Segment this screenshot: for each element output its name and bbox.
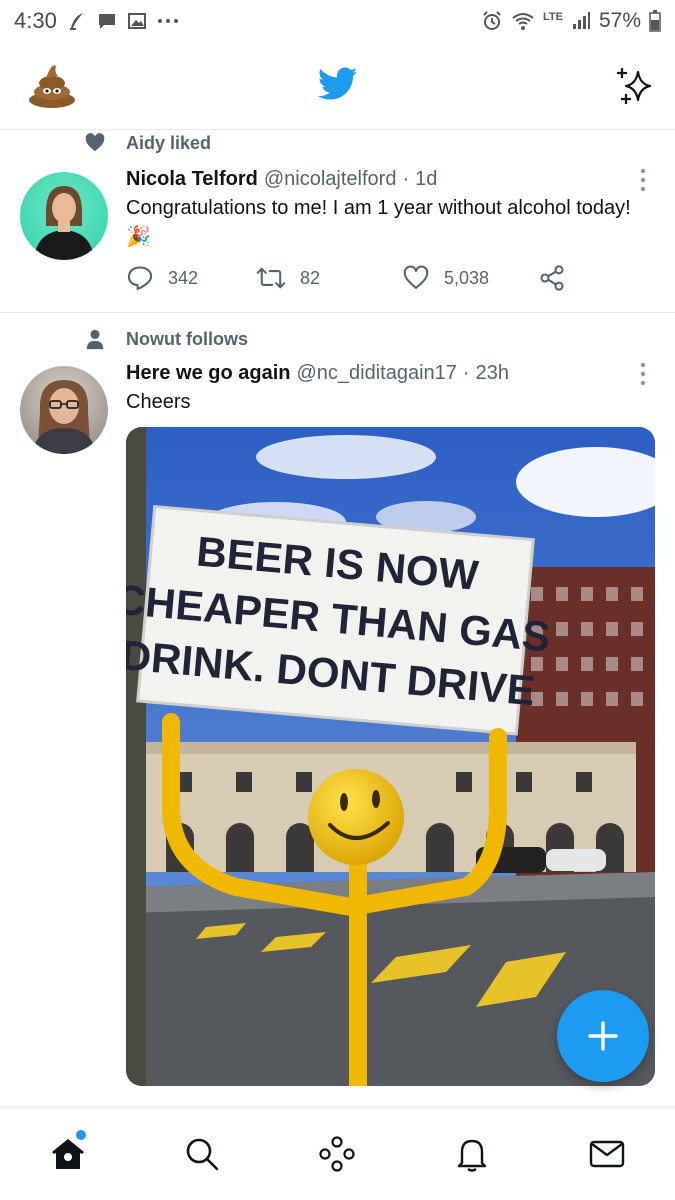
nav-spaces[interactable] xyxy=(315,1132,359,1176)
status-time: 4:30 xyxy=(14,8,57,33)
plus-icon xyxy=(588,1021,618,1051)
wifi-icon xyxy=(511,11,535,31)
tweet-author-handle[interactable]: @nc_diditagain17 xyxy=(297,362,457,385)
tweet-text: Congratulations to me! I am 1 year witho… xyxy=(126,194,653,252)
signal-icon xyxy=(571,11,591,31)
like-count: 5,038 xyxy=(444,267,490,288)
message-icon xyxy=(97,11,117,31)
share-icon xyxy=(540,265,564,291)
reply-button[interactable]: 342 xyxy=(126,264,256,292)
more-options-icon[interactable] xyxy=(639,362,647,386)
quill-icon xyxy=(67,11,87,31)
retweet-count: 82 xyxy=(300,267,321,288)
tweet-timestamp: 23h xyxy=(475,362,509,384)
tweet-timestamp: 1d xyxy=(415,168,438,190)
battery-percent: 57% xyxy=(598,9,641,32)
tweet-separator: · xyxy=(402,168,410,190)
reply-count: 342 xyxy=(168,267,199,288)
nav-home[interactable] xyxy=(46,1130,90,1176)
notifications-icon xyxy=(457,1139,487,1172)
retweet-button[interactable]: 82 xyxy=(256,264,402,292)
nav-notifications[interactable] xyxy=(450,1132,494,1176)
social-context: Aidy liked xyxy=(84,132,211,154)
sparkle-icon[interactable] xyxy=(612,64,656,108)
tweet-text: Cheers xyxy=(126,391,191,413)
reply-icon xyxy=(127,266,153,291)
twitter-bird-icon[interactable] xyxy=(317,66,358,102)
tweet-author-handle[interactable]: @nicolajtelford xyxy=(264,168,397,191)
tweet-card[interactable]: Nowut follows Here we go again @nc_didit… xyxy=(0,314,675,1106)
top-app-bar xyxy=(0,42,675,130)
home-unread-dot xyxy=(76,1130,86,1140)
bottom-navigation xyxy=(0,1107,675,1200)
heart-icon xyxy=(84,132,106,154)
more-options-icon[interactable] xyxy=(639,168,647,192)
like-button[interactable]: 5,038 xyxy=(402,264,538,292)
nav-messages[interactable] xyxy=(585,1132,629,1176)
share-button[interactable] xyxy=(538,264,566,292)
retweet-icon xyxy=(256,267,286,289)
social-context: Nowut follows xyxy=(84,328,248,350)
tweet-separator: · xyxy=(462,362,470,384)
nav-search[interactable] xyxy=(180,1132,224,1176)
profile-avatar-icon[interactable] xyxy=(26,58,78,110)
alarm-icon xyxy=(481,10,503,32)
person-icon xyxy=(84,328,106,350)
status-bar: 4:30 LTE 57% xyxy=(0,0,675,42)
tweet-header: Here we go again @nc_diditagain17 · 23h xyxy=(126,362,509,385)
spaces-icon xyxy=(319,1136,355,1172)
tweet-header: Nicola Telford @nicolajtelford · 1d xyxy=(126,168,437,191)
tweet-actions: 342 82 5,038 xyxy=(126,264,566,292)
like-heart-icon xyxy=(403,265,429,289)
compose-tweet-button[interactable] xyxy=(557,990,649,1082)
party-popper-emoji: 🎉 xyxy=(126,226,151,248)
home-icon xyxy=(52,1139,84,1169)
gallery-icon xyxy=(127,11,147,31)
more-dots-icon xyxy=(157,17,179,25)
tweet-author-name[interactable]: Nicola Telford xyxy=(126,168,258,191)
messages-icon xyxy=(589,1140,625,1168)
avatar[interactable] xyxy=(20,366,108,454)
network-label: LTE xyxy=(543,11,563,23)
tweet-body: Congratulations to me! I am 1 year witho… xyxy=(126,197,631,219)
tweet-photo[interactable]: BEER IS NOW CHEAPER THAN GAS DRINK. DONT… xyxy=(126,427,655,1086)
search-icon xyxy=(186,1138,219,1171)
tweet-author-name[interactable]: Here we go again xyxy=(126,362,291,385)
avatar[interactable] xyxy=(20,172,108,260)
battery-icon xyxy=(649,10,661,32)
social-context-text: Aidy liked xyxy=(126,132,212,153)
tweet-card[interactable]: Aidy liked Nicola Telford @nicolajtelfor… xyxy=(0,130,675,313)
social-context-text: Nowut follows xyxy=(126,328,248,349)
